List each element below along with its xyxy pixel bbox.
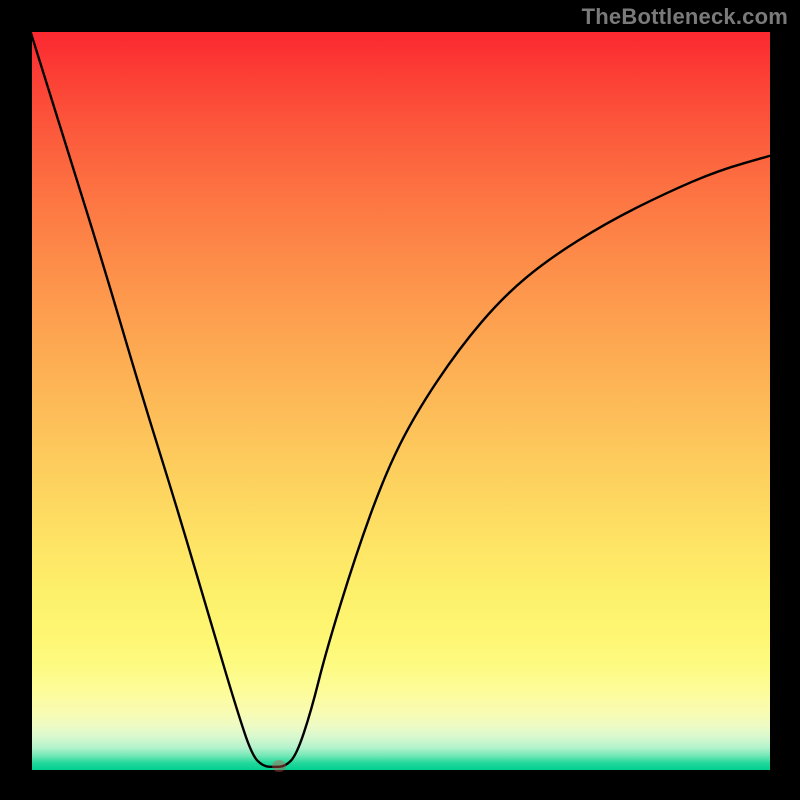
watermark-text: TheBottleneck.com [582,4,788,30]
plot-gradient-background [30,30,770,770]
chart-stage: TheBottleneck.com [0,0,800,800]
